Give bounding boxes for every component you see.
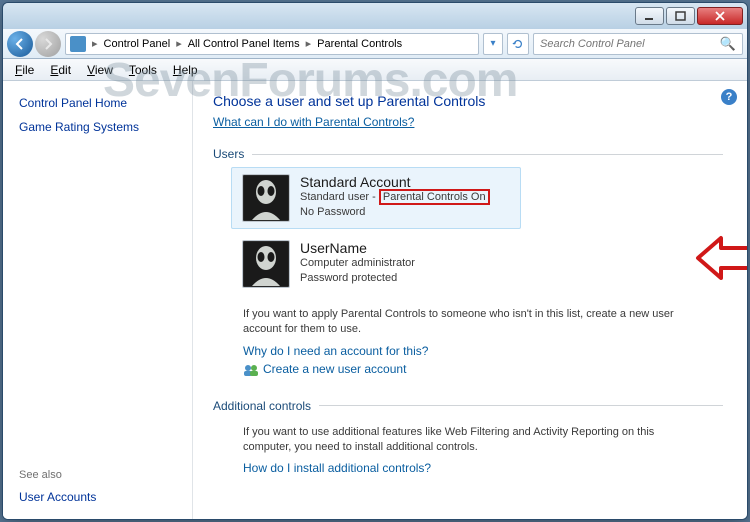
menu-view[interactable]: View bbox=[79, 61, 121, 79]
breadcrumb-item[interactable]: Control Panel bbox=[100, 34, 175, 54]
nav-back-button[interactable] bbox=[7, 31, 33, 57]
apply-help-text: If you want to apply Parental Controls t… bbox=[243, 307, 693, 338]
menu-tools[interactable]: Tools bbox=[121, 61, 165, 79]
user-avatar-icon bbox=[242, 174, 290, 222]
user-meta: Standard user - Parental Controls On bbox=[300, 190, 490, 205]
titlebar bbox=[3, 3, 747, 29]
additional-legend: Additional controls bbox=[213, 399, 319, 413]
help-icon[interactable]: ? bbox=[721, 89, 737, 105]
user-card[interactable]: UserName Computer administrator Password… bbox=[231, 233, 521, 295]
user-type: Computer administrator bbox=[300, 256, 415, 271]
users-section: Users Standard Account Standard user - P… bbox=[213, 147, 723, 381]
minimize-button[interactable] bbox=[635, 7, 664, 25]
breadcrumb-item[interactable]: Parental Controls bbox=[313, 34, 406, 54]
user-name: Standard Account bbox=[300, 174, 490, 190]
user-password-status: No Password bbox=[300, 205, 490, 220]
search-box[interactable]: 🔍 bbox=[533, 33, 743, 55]
breadcrumb[interactable]: ▸ Control Panel ▸ All Control Panel Item… bbox=[65, 33, 479, 55]
additional-help-text: If you want to use additional features l… bbox=[243, 425, 693, 456]
maximize-button[interactable] bbox=[666, 7, 695, 25]
search-icon: 🔍 bbox=[720, 36, 736, 52]
main-pane: ? Choose a user and set up Parental Cont… bbox=[193, 81, 747, 519]
users-legend: Users bbox=[213, 147, 252, 161]
refresh-button[interactable] bbox=[507, 33, 529, 55]
parental-status-highlight: Parental Controls On bbox=[379, 189, 490, 205]
user-card[interactable]: Standard Account Standard user - Parenta… bbox=[231, 167, 521, 229]
user-avatar-icon bbox=[242, 240, 290, 288]
create-new-account-link[interactable]: Create a new user account bbox=[263, 362, 406, 376]
nav-row: ▸ Control Panel ▸ All Control Panel Item… bbox=[3, 29, 747, 59]
sidebar-user-accounts[interactable]: User Accounts bbox=[3, 485, 192, 509]
user-password-status: Password protected bbox=[300, 271, 415, 286]
sidebar: Control Panel Home Game Rating Systems S… bbox=[3, 81, 193, 519]
breadcrumb-item[interactable]: All Control Panel Items bbox=[184, 34, 304, 54]
content-area: Control Panel Home Game Rating Systems S… bbox=[3, 81, 747, 519]
page-heading: Choose a user and set up Parental Contro… bbox=[213, 93, 723, 109]
why-need-account-link[interactable]: Why do I need an account for this? bbox=[243, 344, 428, 358]
chevron-right-icon: ▸ bbox=[90, 37, 100, 50]
menu-edit[interactable]: Edit bbox=[42, 61, 79, 79]
menu-help[interactable]: Help bbox=[165, 61, 206, 79]
window: ▸ Control Panel ▸ All Control Panel Item… bbox=[2, 2, 748, 520]
breadcrumb-dropdown[interactable]: ▾ bbox=[483, 33, 503, 55]
additional-controls-section: Additional controls If you want to use a… bbox=[213, 399, 723, 480]
user-name: UserName bbox=[300, 240, 415, 256]
what-can-i-do-link[interactable]: What can I do with Parental Controls? bbox=[213, 115, 414, 129]
sidebar-seealso-label: See also bbox=[3, 465, 192, 485]
sidebar-home[interactable]: Control Panel Home bbox=[3, 91, 192, 115]
sidebar-game-rating[interactable]: Game Rating Systems bbox=[3, 115, 192, 139]
chevron-right-icon: ▸ bbox=[304, 37, 314, 50]
nav-forward-button[interactable] bbox=[35, 31, 61, 57]
users-icon bbox=[243, 363, 259, 377]
menu-file[interactable]: File bbox=[7, 61, 42, 79]
close-button[interactable] bbox=[697, 7, 743, 25]
search-input[interactable] bbox=[540, 38, 720, 50]
how-install-link[interactable]: How do I install additional controls? bbox=[243, 461, 431, 475]
control-panel-icon bbox=[70, 36, 86, 52]
chevron-right-icon: ▸ bbox=[174, 37, 184, 50]
menubar: File Edit View Tools Help bbox=[3, 59, 747, 81]
